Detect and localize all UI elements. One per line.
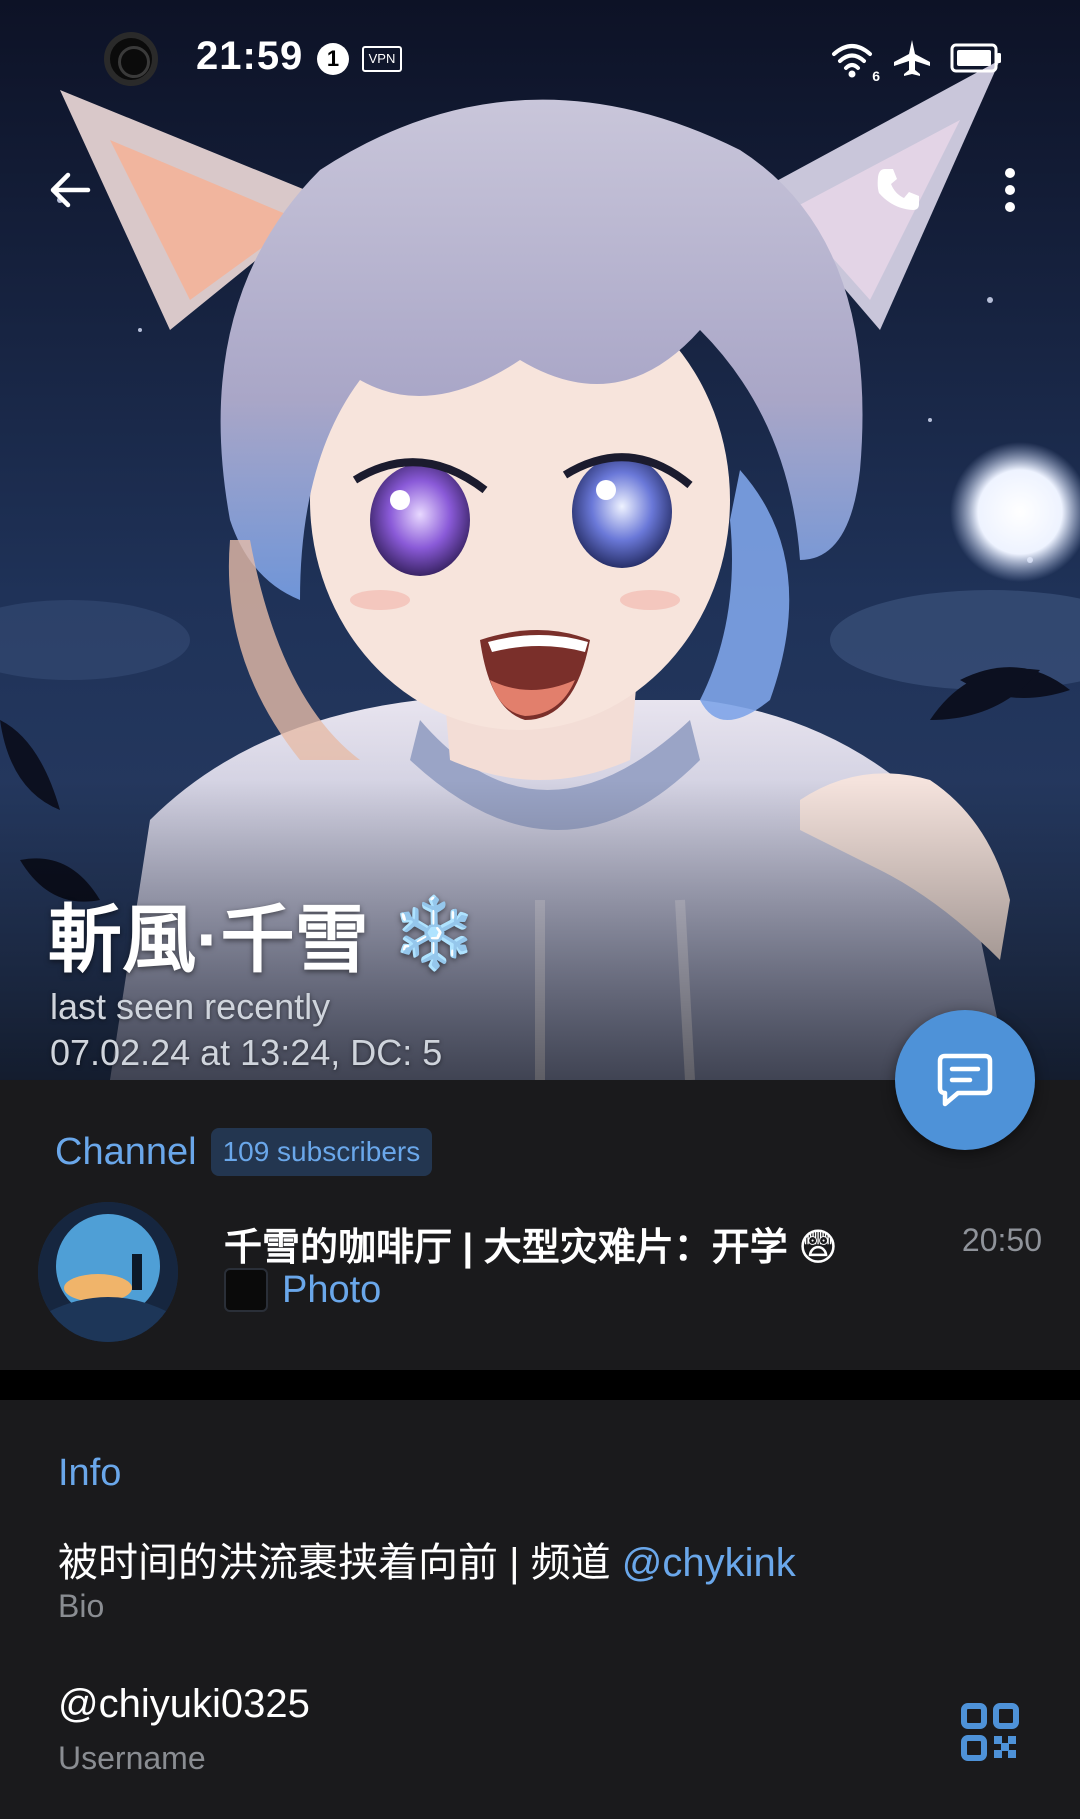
more-options-button[interactable] — [980, 150, 1040, 230]
vpn-icon: VPN — [362, 46, 402, 72]
call-button[interactable] — [858, 150, 938, 230]
bio-text: 被时间的洪流裹挟着向前 | 频道 — [58, 1541, 622, 1585]
airplane-icon — [892, 38, 932, 83]
message-icon — [937, 1053, 993, 1107]
back-arrow-icon — [50, 172, 91, 208]
status-time: 21:59 — [196, 34, 304, 78]
profile-name: 斬風·千雪 ❄️ — [48, 880, 478, 987]
channel-header: Channel 109 subscribers — [55, 1128, 433, 1176]
qr-code-button[interactable] — [958, 1700, 1022, 1764]
info-card: Info 被时间的洪流裹挟着向前 | 频道 @chykink Bio @chiy… — [0, 1400, 1080, 1819]
battery-icon — [950, 42, 1002, 79]
bio-channel-link[interactable]: @chykink — [622, 1541, 796, 1585]
status-bar: 21:59 1 VPN 6 — [0, 0, 1080, 120]
top-action-bar — [0, 140, 1080, 240]
profile-name-text: 斬風·千雪 — [48, 898, 369, 981]
channel-last-message: Photo — [224, 1268, 381, 1312]
username-label: Username — [58, 1740, 206, 1776]
section-divider — [0, 1370, 1080, 1400]
info-section-title: Info — [58, 1452, 122, 1494]
more-vertical-icon — [1005, 168, 1015, 212]
profile-screen: 21:59 1 VPN 6 斬風·千雪 ❄️ last seen recentl… — [0, 0, 1080, 1819]
channel-avatar — [38, 1202, 178, 1342]
channel-last-time: 20:50 — [961, 1222, 1042, 1258]
bio-value[interactable]: 被时间的洪流裹挟着向前 | 频道 @chykink — [58, 1530, 796, 1588]
back-button[interactable] — [30, 150, 110, 230]
last-seen-status: last seen recently — [50, 986, 331, 1027]
username-value[interactable]: @chiyuki0325 — [58, 1682, 310, 1727]
channel-name: 千雪的咖啡厅 | 大型灾难片：开学 😨 — [224, 1227, 838, 1269]
phone-icon — [877, 169, 919, 210]
wifi-icon: 6 — [830, 40, 880, 84]
subscribers-badge: 109 subscribers — [210, 1128, 433, 1176]
bio-label: Bio — [58, 1588, 105, 1624]
channel-item[interactable]: 千雪的咖啡厅 | 大型灾难片：开学 😨 20:50 Photo — [0, 1202, 1080, 1352]
channel-section-title: Channel — [55, 1130, 197, 1173]
wifi-badge: 6 — [872, 68, 880, 84]
last-message-label: Photo — [282, 1268, 382, 1311]
notification-badge-icon: 1 — [317, 43, 349, 75]
status-icons: 6 — [830, 38, 1002, 84]
record-icon — [104, 32, 158, 86]
photo-thumbnail — [224, 1268, 268, 1312]
snowflake-emoji: ❄️ — [390, 893, 478, 972]
send-message-button[interactable] — [895, 1010, 1035, 1150]
registration-info: 07.02.24 at 13:24, DC: 5 — [50, 1032, 443, 1073]
qr-code-icon — [961, 1703, 1019, 1761]
